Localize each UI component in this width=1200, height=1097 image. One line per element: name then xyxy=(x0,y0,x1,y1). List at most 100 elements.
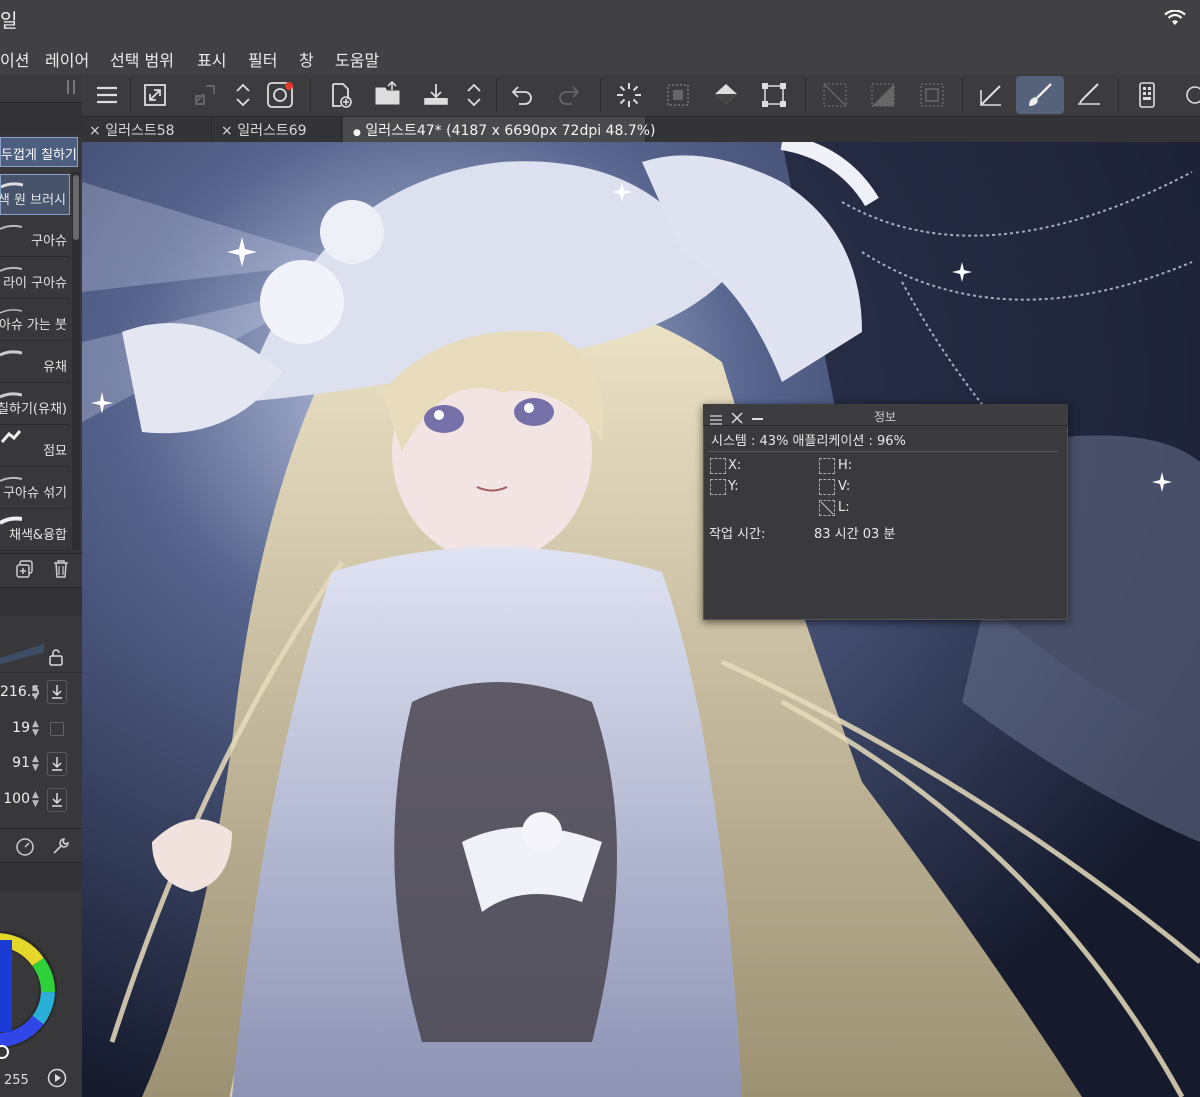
brush-item[interactable]: 채색&융합 xyxy=(0,510,70,551)
height-icon xyxy=(819,458,835,474)
close-icon[interactable]: × xyxy=(221,123,233,139)
close-icon[interactable] xyxy=(731,409,743,428)
companion-icon[interactable] xyxy=(265,80,295,110)
brush-tool-icon[interactable] xyxy=(1025,80,1055,110)
grip-icon[interactable] xyxy=(67,80,75,94)
tab-illust47[interactable]: ● 일러스트47* (4187 x 6690px 72dpi 48.7%) xyxy=(343,117,656,142)
play-icon[interactable] xyxy=(47,1068,67,1092)
clear-outside-icon[interactable] xyxy=(868,80,898,110)
y-position-icon xyxy=(710,479,726,495)
redo-icon[interactable] xyxy=(555,80,585,110)
divider xyxy=(130,78,131,112)
wifi-icon xyxy=(1164,9,1186,30)
divider xyxy=(496,78,497,112)
new-file-icon[interactable] xyxy=(325,80,355,110)
brush-label: 유채 xyxy=(43,360,67,375)
tab-illust58[interactable]: × 일러스트58 xyxy=(82,117,212,142)
property-value[interactable]: 19 xyxy=(0,720,30,736)
up-down-icon[interactable] xyxy=(228,80,258,110)
fill-icon[interactable] xyxy=(711,80,741,110)
save-icon[interactable] xyxy=(421,80,451,110)
info-panel-title: 정보 xyxy=(874,410,897,424)
tab-label: 일러스트69 xyxy=(237,123,307,139)
x-label: X: xyxy=(728,458,742,473)
divider xyxy=(805,78,806,112)
wrench-icon[interactable] xyxy=(50,835,72,861)
length-icon xyxy=(819,500,835,516)
download-icon[interactable] xyxy=(47,752,67,776)
color-panel-header xyxy=(0,863,82,891)
download-icon[interactable] xyxy=(47,680,67,704)
divider xyxy=(708,451,1058,452)
lock-icon[interactable] xyxy=(48,648,64,670)
brush-stroke-icon xyxy=(0,224,22,230)
ruler-pen-icon[interactable] xyxy=(976,80,1006,110)
v-label: V: xyxy=(838,479,851,494)
up-down-icon[interactable] xyxy=(459,80,489,110)
loading-icon[interactable] xyxy=(614,80,644,110)
divider xyxy=(310,78,311,112)
brush-label: 아슈 가는 붓 xyxy=(0,318,67,333)
close-icon[interactable]: × xyxy=(89,123,101,139)
more-icon[interactable] xyxy=(1180,80,1200,110)
menu-help[interactable]: 도움말 xyxy=(335,47,379,71)
brush-item[interactable]: 라이 구아슈 xyxy=(0,258,70,299)
h-label: H: xyxy=(838,458,853,473)
brush-item[interactable]: 구아슈 xyxy=(0,216,70,257)
duplicate-subtool-icon[interactable] xyxy=(15,559,35,583)
brush-item[interactable]: 아슈 가는 붓 xyxy=(0,300,70,341)
brush-label: 라이 구아슈 xyxy=(3,276,67,291)
stepper-icon[interactable]: ▲ ▼ xyxy=(32,684,41,702)
menu-animation[interactable]: 이션 xyxy=(0,47,29,71)
device-icon[interactable] xyxy=(1132,80,1162,110)
property-value[interactable]: 100 xyxy=(0,791,30,807)
stepper-icon[interactable]: ▲ ▼ xyxy=(32,755,41,773)
subtool-group-tab-active[interactable]: 두껍게 칠하기 xyxy=(0,137,78,167)
tab-illust69[interactable]: × 일러스트69 xyxy=(212,117,342,142)
tab-label: 일러스트47* (4187 x 6690px 72dpi 48.7%) xyxy=(365,123,656,139)
hamburger-icon[interactable] xyxy=(710,410,722,429)
vertical-icon xyxy=(819,479,835,495)
trash-icon[interactable] xyxy=(52,559,70,583)
tool-property-header xyxy=(0,588,82,616)
menu-filter[interactable]: 필터 xyxy=(248,47,277,71)
clear-selection-icon[interactable] xyxy=(663,80,693,110)
brush-label: 칠하기(유채) xyxy=(0,402,67,417)
color-wheel[interactable] xyxy=(0,892,82,1097)
invert-selection-icon[interactable] xyxy=(917,80,947,110)
timer-icon[interactable] xyxy=(14,835,36,861)
subtool-scrollbar-thumb[interactable] xyxy=(73,175,79,240)
eraser-pen-icon[interactable] xyxy=(1074,80,1104,110)
open-folder-icon[interactable] xyxy=(373,80,403,110)
property-value[interactable]: 91 xyxy=(0,755,30,771)
menu-selection[interactable]: 선택 범위 xyxy=(110,47,174,71)
clear-layer-icon[interactable] xyxy=(820,80,850,110)
stepper-icon[interactable]: ▲ ▼ xyxy=(32,720,41,738)
minimize-icon[interactable] xyxy=(752,418,763,420)
status-bar xyxy=(0,0,1200,40)
divider xyxy=(1118,78,1119,112)
menu-window[interactable]: 창 xyxy=(299,47,314,71)
modify-icon[interactable] xyxy=(190,80,220,110)
brush-item[interactable]: 색 원 브러시 xyxy=(0,174,70,215)
brush-item[interactable]: 칠하기(유채) xyxy=(0,384,70,425)
brush-label: 색 원 브러시 xyxy=(0,193,66,208)
menu-icon[interactable] xyxy=(92,80,122,110)
brush-size-value[interactable]: 216.5 xyxy=(0,684,40,700)
brush-label: 구아슈 xyxy=(31,234,67,249)
transform-icon[interactable] xyxy=(759,80,789,110)
y-label: Y: xyxy=(728,479,739,494)
download-icon[interactable] xyxy=(47,788,67,812)
undo-icon[interactable] xyxy=(506,80,536,110)
stepper-icon[interactable]: ▲ ▼ xyxy=(32,791,41,809)
brush-item[interactable]: 점묘 xyxy=(0,426,70,467)
tab-label: 일러스트58 xyxy=(105,123,175,139)
brush-stroke-icon xyxy=(0,430,22,443)
brush-item[interactable]: 구아슈 섞기 xyxy=(0,468,70,509)
fit-screen-icon[interactable] xyxy=(140,80,170,110)
brush-label: 채색&융합 xyxy=(9,528,67,543)
brush-stroke-icon xyxy=(0,350,22,357)
brush-item[interactable]: 유채 xyxy=(0,342,70,383)
menu-view[interactable]: 표시 xyxy=(197,47,226,71)
menu-layer[interactable]: 레이어 xyxy=(45,47,89,71)
